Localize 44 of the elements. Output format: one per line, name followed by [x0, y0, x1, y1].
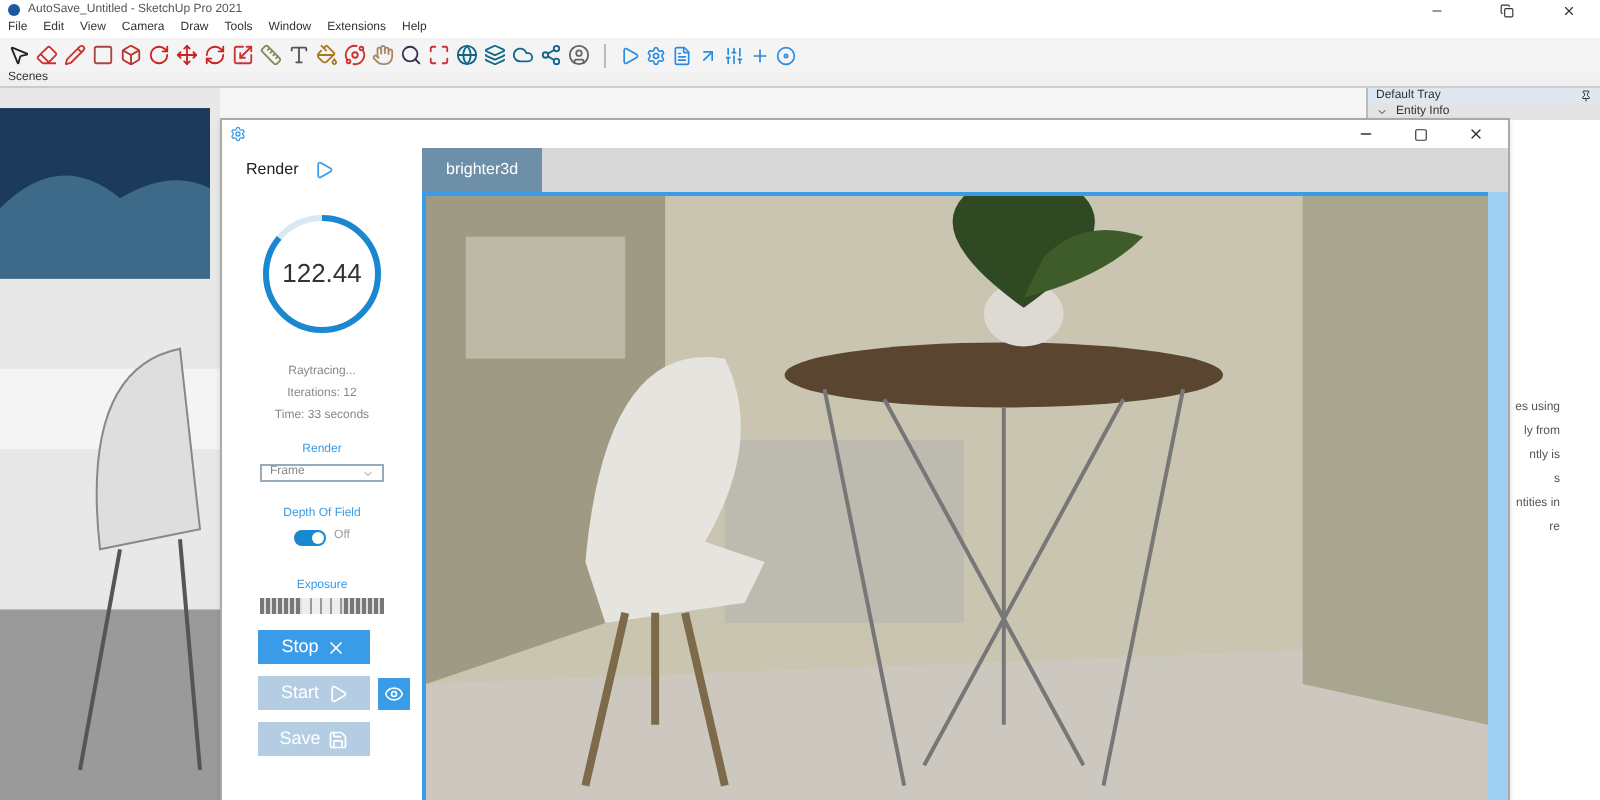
dof-toggle[interactable] [294, 529, 327, 545]
refresh-icon[interactable] [204, 44, 226, 66]
layers-icon[interactable] [484, 44, 506, 66]
app-icon [8, 4, 20, 16]
eye-icon [384, 683, 404, 703]
close-icon [326, 637, 347, 657]
eye-button[interactable] [378, 677, 410, 709]
scale-icon[interactable] [232, 44, 254, 66]
play-icon [314, 160, 335, 180]
move-icon[interactable] [176, 44, 198, 66]
settings-icon[interactable] [646, 45, 666, 65]
share-icon[interactable] [540, 44, 562, 66]
text-icon[interactable] [288, 44, 310, 66]
eraser-icon[interactable] [36, 44, 58, 66]
pencil-icon[interactable] [64, 44, 86, 66]
play-icon[interactable] [620, 45, 640, 65]
globe-icon[interactable] [456, 44, 478, 66]
tab[interactable]: Render [222, 148, 422, 192]
play-icon [327, 683, 347, 703]
tape-measure-icon[interactable] [260, 44, 282, 66]
orbit-icon[interactable] [344, 44, 366, 66]
plus-icon[interactable] [750, 45, 770, 65]
rotate-icon[interactable] [148, 44, 170, 66]
exposure-slider[interactable] [260, 598, 384, 614]
rectangle-icon[interactable] [92, 44, 114, 66]
plugin-logo-icon [230, 126, 246, 142]
score-value: 122.44 [282, 256, 362, 293]
caret-icon [362, 467, 374, 479]
push-pull-icon[interactable] [120, 44, 142, 66]
cloud-icon[interactable] [512, 44, 534, 66]
paint-bucket-icon[interactable] [316, 44, 338, 66]
zoom-extents-icon[interactable] [428, 44, 450, 66]
restore-icon[interactable] [1500, 3, 1514, 17]
pin-icon[interactable] [1580, 90, 1592, 102]
user-icon[interactable] [568, 44, 590, 66]
disc-icon[interactable] [776, 45, 796, 65]
close-icon[interactable] [1468, 126, 1484, 142]
pointer-icon[interactable] [8, 44, 30, 66]
slider-thumb[interactable] [302, 598, 342, 614]
zoom-icon[interactable] [400, 44, 422, 66]
maximize-icon[interactable] [1414, 127, 1428, 141]
arrow-icon[interactable] [698, 45, 718, 65]
sliders-icon[interactable] [724, 45, 744, 65]
close-icon[interactable] [1562, 3, 1576, 17]
